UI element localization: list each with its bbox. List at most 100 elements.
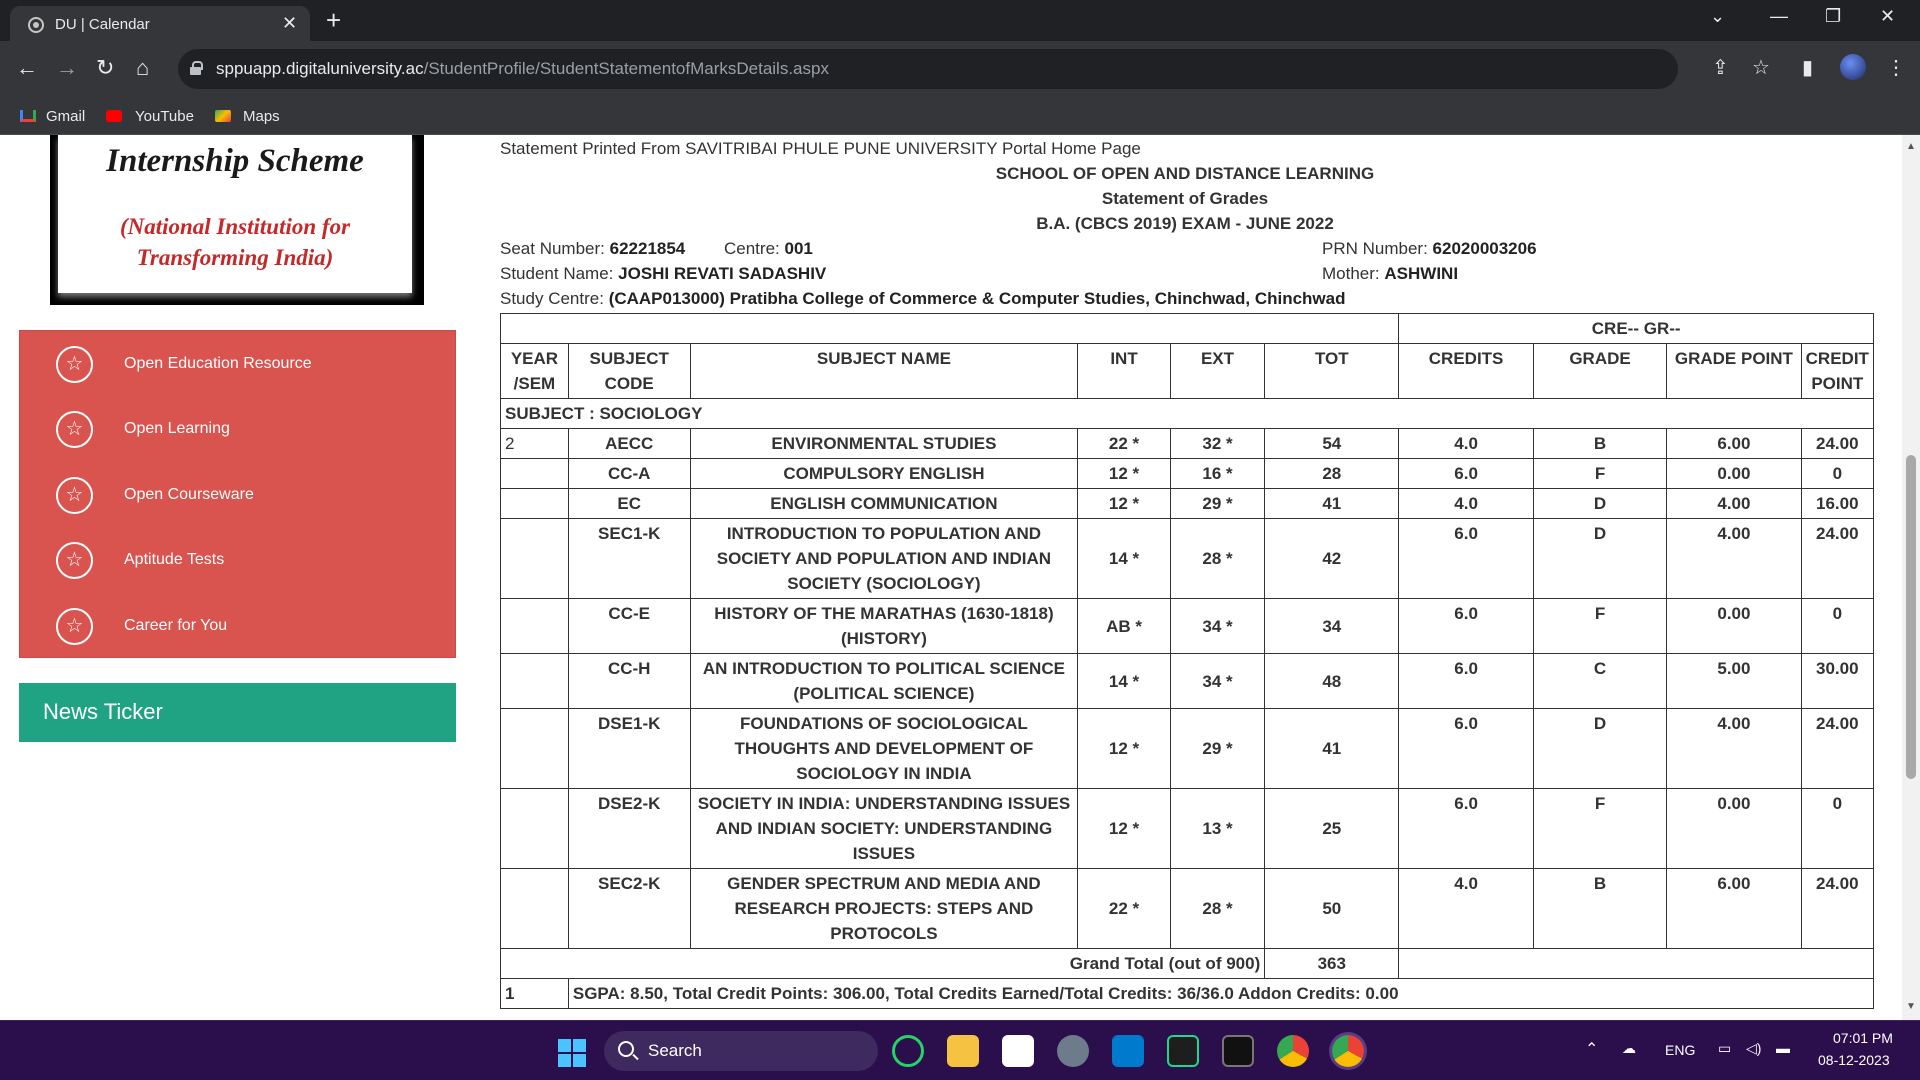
reload-icon[interactable]: ↻: [96, 55, 114, 81]
menu-item-aptitude-tests[interactable]: ☆ Aptitude Tests: [56, 542, 436, 582]
side-panel-icon[interactable]: ▮: [1802, 55, 1813, 80]
windows-start-icon[interactable]: [558, 1039, 586, 1067]
tab-title: DU | Calendar: [55, 16, 150, 33]
cell-subject-code: CC-H: [567, 653, 691, 709]
menu-label: Open Education Resource: [124, 355, 312, 372]
sgpa-text: SGPA: 8.50, Total Credit Points: 306.00,…: [567, 978, 1875, 1009]
cell-subject-code: DSE2-K: [567, 788, 691, 869]
bookmarks-bar: Gmail YouTube Maps: [0, 99, 1920, 135]
cell-credit-point: 0: [1800, 458, 1875, 489]
file-explorer-icon[interactable]: [947, 1035, 979, 1067]
cell-credit-point: 24.00: [1800, 868, 1875, 949]
cell-int: 12 *: [1077, 488, 1171, 519]
page-content: Internship Scheme (National Institution …: [0, 135, 1902, 1020]
star-icon: ☆: [56, 477, 93, 514]
pycharm-icon[interactable]: [1167, 1035, 1199, 1067]
cell-subject-name: GENDER SPECTRUM AND MEDIA AND RESEARCH P…: [689, 868, 1079, 949]
cell-ext: 13 *: [1169, 788, 1266, 869]
taskbar-search[interactable]: Search: [604, 1031, 878, 1071]
cell-subject-name: INTRODUCTION TO POPULATION AND SOCIETY A…: [689, 518, 1079, 599]
address-bar[interactable]: sppuapp.digitaluniversity.ac/StudentProf…: [178, 49, 1678, 89]
onedrive-icon[interactable]: ☁: [1622, 1040, 1636, 1057]
cell-credit-point: 0: [1800, 598, 1875, 654]
cell-grade-point: 0.00: [1666, 788, 1802, 869]
minimize-icon[interactable]: —: [1770, 6, 1788, 27]
cell-credit-point: 0: [1800, 788, 1875, 869]
share-icon[interactable]: ⇪: [1712, 55, 1729, 80]
cell-subject-code: EC: [567, 488, 691, 519]
whatsapp-icon[interactable]: [892, 1035, 924, 1067]
cell-year: [500, 868, 569, 949]
col-subject-code: SUBJECT CODE: [567, 343, 691, 399]
microsoft-store-icon[interactable]: [1002, 1035, 1034, 1067]
cell-grade-point: 4.00: [1666, 518, 1802, 599]
vscode-icon[interactable]: [1112, 1035, 1144, 1067]
internship-banner[interactable]: Internship Scheme (National Institution …: [50, 135, 424, 305]
home-icon[interactable]: ⌂: [136, 55, 149, 81]
cell-credits: 6.0: [1398, 518, 1534, 599]
bookmark-maps[interactable]: Maps: [243, 108, 280, 125]
new-tab-icon[interactable]: +: [326, 5, 341, 36]
cell-tot: 54: [1264, 428, 1400, 459]
close-window-icon[interactable]: ✕: [1880, 6, 1895, 27]
bookmark-star-icon[interactable]: ☆: [1752, 55, 1770, 80]
close-tab-icon[interactable]: ✕: [282, 13, 297, 34]
chrome-icon[interactable]: [1277, 1035, 1309, 1067]
news-ticker-label: News Ticker: [43, 699, 163, 724]
col-credit-point: CREDIT POINT: [1800, 343, 1875, 399]
chrome-active-icon[interactable]: [1332, 1035, 1364, 1067]
cell-ext: 32 *: [1169, 428, 1266, 459]
cell-grade: B: [1532, 868, 1668, 949]
back-icon[interactable]: ←: [16, 55, 38, 81]
page-scrollbar[interactable]: ▲ ▼: [1902, 135, 1920, 1020]
scroll-thumb[interactable]: [1906, 455, 1916, 779]
cell-ext: 34 *: [1169, 598, 1266, 654]
menu-item-open-courseware[interactable]: ☆ Open Courseware: [56, 477, 436, 517]
youtube-icon: [106, 110, 122, 122]
tray-overflow-icon[interactable]: ⌃: [1585, 1039, 1598, 1059]
school-name: SCHOOL OF OPEN AND DISTANCE LEARNING: [995, 164, 1375, 183]
news-ticker[interactable]: News Ticker: [19, 683, 456, 742]
network-icon[interactable]: ▭: [1718, 1040, 1731, 1057]
cell-tot: 25: [1264, 788, 1400, 869]
menu-kebab-icon[interactable]: ⋮: [1886, 55, 1906, 80]
scroll-up-icon[interactable]: ▲: [1906, 141, 1916, 152]
cell-credits: 6.0: [1398, 708, 1534, 789]
col-grade-point: GRADE POINT: [1666, 343, 1802, 399]
table-row: DSE2-K SOCIETY IN INDIA: UNDERSTANDING IS…: [500, 788, 1875, 869]
forward-icon[interactable]: →: [56, 55, 78, 81]
menu-item-career-for-you[interactable]: ☆ Career for You: [56, 608, 436, 648]
table-row: 2 AECC ENVIRONMENTAL STUDIES 22 * 32 * 54 4.0 B…: [500, 428, 1875, 459]
cell-year: [500, 708, 569, 789]
cell-int: 22 *: [1077, 428, 1171, 459]
bookmark-youtube[interactable]: YouTube: [135, 108, 194, 125]
cell-credits: 6.0: [1398, 653, 1534, 709]
language-indicator[interactable]: ENG: [1665, 1042, 1695, 1058]
cell-subject-code: CC-E: [567, 598, 691, 654]
cell-ext: 34 *: [1169, 653, 1266, 709]
battery-icon[interactable]: ▬: [1776, 1040, 1790, 1056]
tab-search-icon[interactable]: ⌄: [1710, 6, 1725, 27]
settings-icon[interactable]: [1057, 1035, 1089, 1067]
menu-item-open-learning[interactable]: ☆ Open Learning: [56, 411, 436, 451]
col-subject-name: SUBJECT NAME: [689, 343, 1079, 399]
subject-heading-row: SUBJECT : SOCIOLOGY: [500, 398, 1874, 429]
volume-icon[interactable]: ◁): [1746, 1040, 1761, 1057]
cell-int: 14 *: [1077, 518, 1171, 599]
marks-table: CRE-- GR-- YEAR /SEM SUBJECT CODE SUBJEC…: [499, 313, 1875, 1009]
maximize-icon[interactable]: ❐: [1825, 6, 1841, 27]
browser-tab[interactable]: DU | Calendar ✕: [10, 6, 310, 41]
cell-tot: 42: [1264, 518, 1400, 599]
profile-avatar[interactable]: [1840, 54, 1866, 80]
globe-icon: [28, 17, 44, 33]
clock-date[interactable]: 08-12-2023: [1818, 1052, 1890, 1068]
terminal-icon[interactable]: [1222, 1035, 1254, 1067]
cell-year: [500, 488, 569, 519]
cell-grade: D: [1532, 518, 1668, 599]
cell-tot: 50: [1264, 868, 1400, 949]
bookmark-gmail[interactable]: Gmail: [46, 108, 85, 125]
menu-item-open-education-resource[interactable]: ☆ Open Education Resource: [56, 346, 436, 386]
scroll-down-icon[interactable]: ▼: [1906, 1001, 1916, 1012]
clock-time[interactable]: 07:01 PM: [1833, 1030, 1893, 1046]
star-icon: ☆: [56, 542, 93, 579]
